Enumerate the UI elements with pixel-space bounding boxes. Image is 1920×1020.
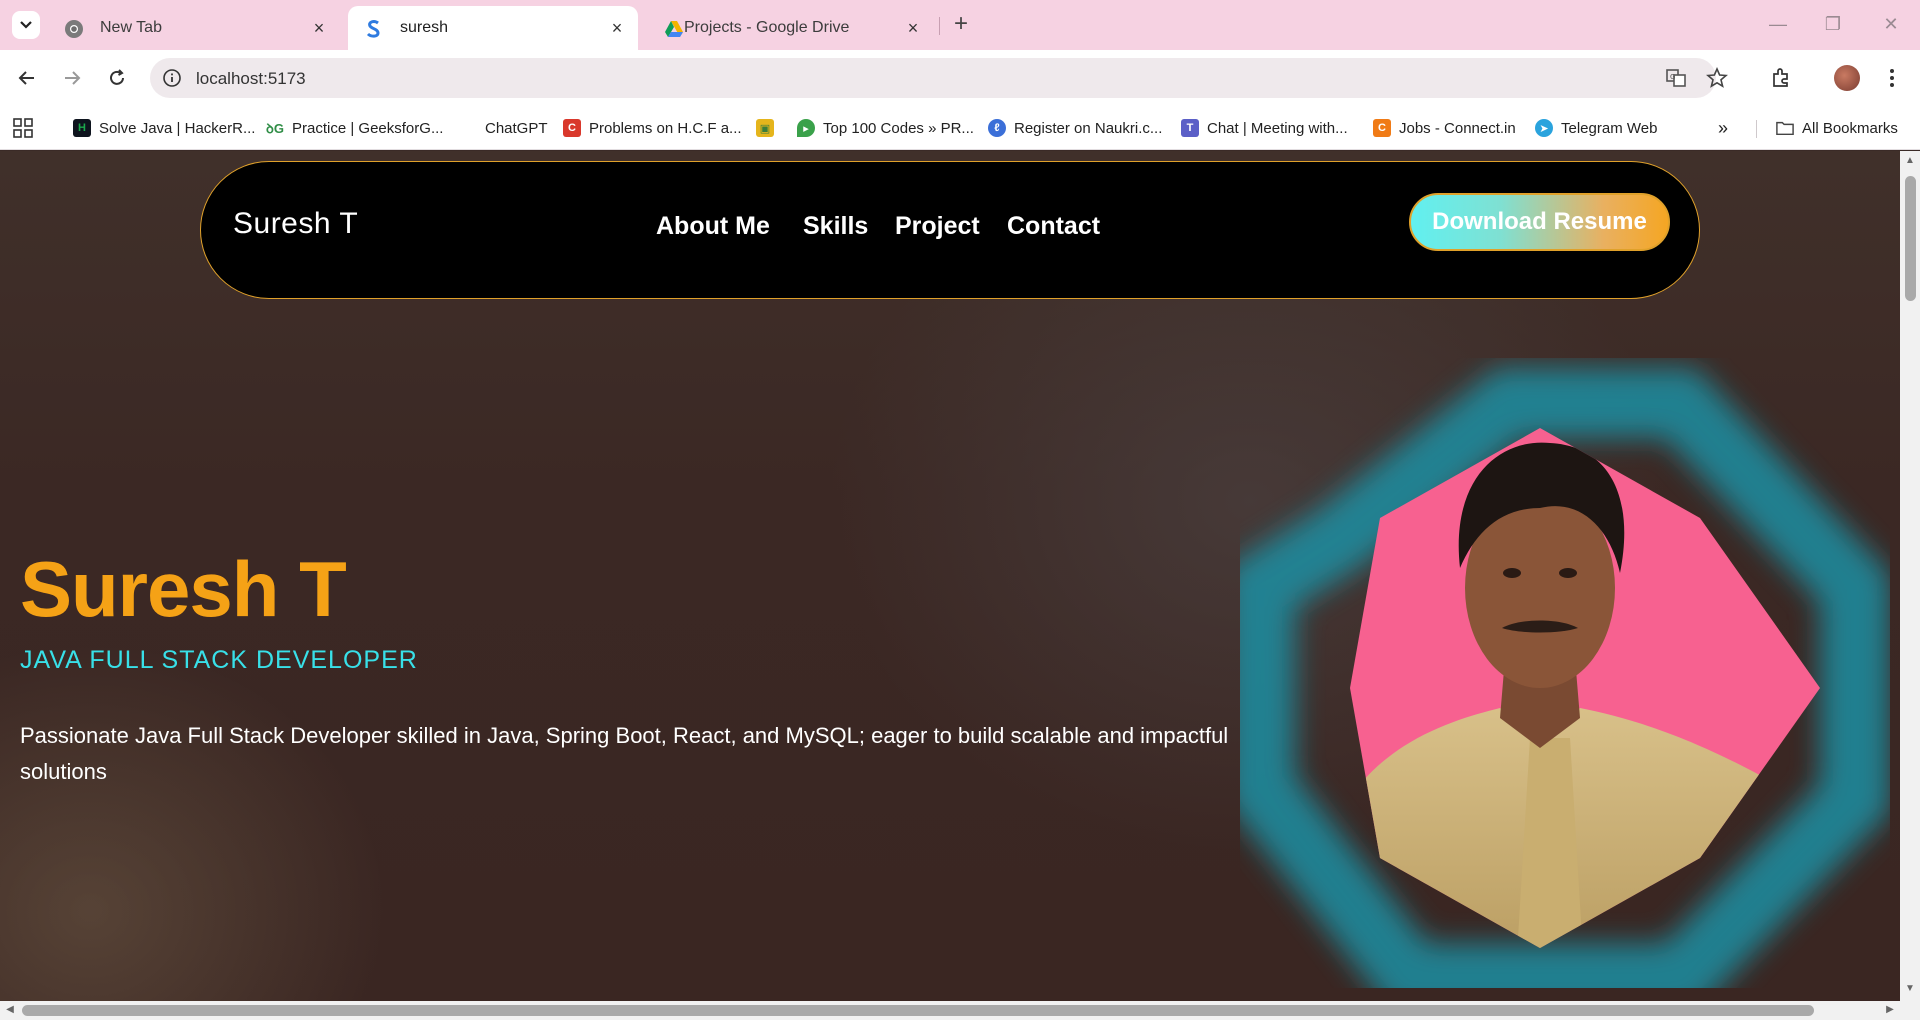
site-info-icon[interactable] — [162, 68, 182, 93]
bookmark-prepinsta[interactable]: ▸ Top 100 Codes » PR... — [797, 116, 974, 140]
browser-toolbar: localhost:5173 G — [0, 50, 1920, 107]
s-logo-icon — [364, 19, 384, 39]
profile-avatar-icon[interactable] — [1831, 62, 1863, 94]
vertical-scroll-thumb[interactable] — [1905, 176, 1916, 301]
scroll-up-icon[interactable]: ▲ — [1904, 155, 1916, 167]
portfolio-page: Suresh T About Me Skills Project Contact… — [0, 151, 1900, 1001]
naukri-icon: ℓ — [988, 119, 1006, 137]
site-navbar: Suresh T About Me Skills Project Contact… — [200, 161, 1700, 299]
teams-icon: T — [1181, 119, 1199, 137]
bookmark-label: All Bookmarks — [1802, 119, 1898, 137]
all-bookmarks-button[interactable]: All Bookmarks — [1776, 116, 1898, 140]
tab-title: suresh — [400, 19, 449, 36]
vertical-scrollbar[interactable]: ▲ ▼ — [1900, 151, 1920, 1001]
prepinsta-icon: ▸ — [797, 119, 815, 137]
bookmark-label: Chat | Meeting with... — [1207, 119, 1348, 137]
back-icon[interactable] — [11, 62, 43, 94]
tab-new-tab[interactable]: New Tab × — [48, 6, 338, 50]
tab-title: New Tab — [100, 19, 162, 36]
horizontal-scrollbar[interactable]: ◀ ▶ — [0, 1001, 1920, 1020]
scroll-left-icon[interactable]: ◀ — [4, 1004, 16, 1016]
bookmark-label: Top 100 Codes » PR... — [823, 119, 974, 137]
c-icon: C — [563, 119, 581, 137]
profile-portrait — [1240, 358, 1890, 988]
close-tab-icon[interactable]: × — [308, 17, 330, 39]
site-logo[interactable]: Suresh T — [233, 207, 358, 241]
chatgpt-icon — [459, 119, 477, 137]
more-bookmarks-icon[interactable]: » — [1718, 116, 1728, 140]
tab-google-drive[interactable]: Projects - Google Drive × — [648, 6, 938, 50]
nav-about-me[interactable]: About Me — [656, 212, 770, 241]
url-text: localhost:5173 — [196, 69, 306, 88]
bookmark-label: Problems on H.C.F a... — [589, 119, 742, 137]
restore-icon[interactable]: ❐ — [1821, 12, 1845, 36]
address-bar[interactable]: localhost:5173 G — [150, 58, 1728, 98]
telegram-icon: ➤ — [1535, 119, 1553, 137]
browser-tab-strip: New Tab × suresh × Projects - Google Dri… — [0, 0, 1920, 50]
tab-suresh[interactable]: suresh × — [348, 6, 638, 50]
bookmarks-separator — [1756, 120, 1757, 138]
contact-card-icon: ▣ — [756, 119, 774, 137]
close-tab-icon[interactable]: × — [902, 17, 924, 39]
bookmark-label: Practice | GeeksforG... — [292, 119, 444, 137]
horizontal-scroll-thumb[interactable] — [22, 1005, 1814, 1016]
hackerrank-icon: H — [73, 119, 91, 137]
bookmark-naukri[interactable]: ℓ Register on Naukri.c... — [988, 116, 1162, 140]
extensions-icon[interactable] — [1765, 62, 1797, 94]
bookmark-connect[interactable]: C Jobs - Connect.in — [1373, 116, 1516, 140]
bookmark-geeksforgeeks[interactable]: ꝺG Practice | GeeksforG... — [266, 116, 443, 140]
reload-icon[interactable] — [101, 62, 133, 94]
bookmark-telegram[interactable]: ➤ Telegram Web — [1535, 116, 1657, 140]
tab-separator — [939, 17, 940, 35]
bookmark-label: Solve Java | HackerR... — [99, 119, 256, 137]
bookmark-label: ChatGPT — [485, 119, 548, 137]
hero-description: Passionate Java Full Stack Developer ski… — [20, 723, 1229, 784]
more-menu-icon[interactable] — [1876, 62, 1908, 94]
bookmark-star-icon[interactable] — [1705, 66, 1729, 90]
bookmark-label: Jobs - Connect.in — [1399, 119, 1516, 137]
bookmarks-bar: H Solve Java | HackerR... ꝺG Practice | … — [0, 107, 1920, 150]
chrome-icon — [64, 19, 84, 39]
google-drive-icon — [664, 19, 684, 39]
connect-icon: C — [1373, 119, 1391, 137]
bookmark-label: Telegram Web — [1561, 119, 1658, 137]
bookmark-teams[interactable]: T Chat | Meeting with... — [1181, 116, 1348, 140]
hero-role: JAVA FULL STACK DEVELOPER — [20, 646, 418, 674]
tab-title: Projects - Google Drive — [684, 19, 850, 36]
nav-contact[interactable]: Contact — [1007, 212, 1100, 241]
close-window-icon[interactable]: ✕ — [1879, 12, 1903, 36]
bookmark-chatgpt[interactable]: ChatGPT — [459, 116, 548, 140]
nav-skills[interactable]: Skills — [803, 212, 868, 241]
bookmark-hcf-problems[interactable]: C Problems on H.C.F a... — [563, 116, 742, 140]
nav-project[interactable]: Project — [895, 212, 980, 241]
new-tab-button[interactable]: + — [948, 12, 974, 38]
apps-grid-icon[interactable] — [13, 116, 33, 140]
hero-name: Suresh T — [20, 545, 347, 633]
forward-icon[interactable] — [56, 62, 88, 94]
geeksforgeeks-icon: ꝺG — [266, 121, 284, 136]
download-resume-button[interactable]: Download Resume — [1409, 193, 1670, 251]
close-tab-icon[interactable]: × — [606, 17, 628, 39]
bookmark-label: Register on Naukri.c... — [1014, 119, 1163, 137]
svg-text:G: G — [1670, 73, 1675, 81]
scroll-right-icon[interactable]: ▶ — [1884, 1004, 1896, 1016]
translate-icon[interactable]: G — [1664, 66, 1688, 90]
chevron-down-icon — [20, 21, 32, 29]
tab-search-button[interactable] — [12, 11, 40, 39]
minimize-icon[interactable]: — — [1766, 12, 1790, 36]
bookmark-contact-card[interactable]: ▣ — [756, 116, 782, 140]
scroll-down-icon[interactable]: ▼ — [1904, 983, 1916, 995]
folder-icon — [1776, 119, 1794, 137]
bookmark-hackerrank[interactable]: H Solve Java | HackerR... — [73, 116, 255, 140]
